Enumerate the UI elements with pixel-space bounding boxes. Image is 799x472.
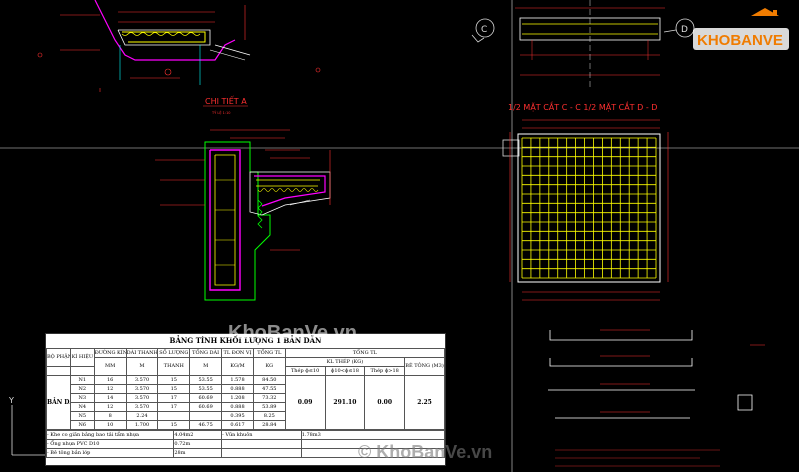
cell-tl: 73.32 xyxy=(252,393,286,403)
header-duong-kinh: ĐƯỜNG KÍNH xyxy=(93,348,127,358)
cell-tong xyxy=(189,411,223,421)
cell-dai: 3.570 xyxy=(125,402,159,412)
cell-tldv: 0.617 xyxy=(221,420,254,430)
footer-extra-label: - Vữa khuôn xyxy=(221,430,302,440)
svg-text:D: D xyxy=(681,25,688,35)
cell-kh: N6 xyxy=(69,420,95,430)
footer-value: 0.72m xyxy=(173,439,223,449)
header-tl-don-vi: TL ĐƠN VỊ xyxy=(221,348,254,358)
cell-tldv: 0.395 xyxy=(221,411,254,421)
footer-extra-value: 1.78m3 xyxy=(300,430,445,440)
cell-dk: 16 xyxy=(93,375,127,385)
cell-tong: 53.55 xyxy=(189,375,223,385)
cell-dk: 10 xyxy=(93,420,127,430)
header-be-tong: BÊ TÔNG (M3) xyxy=(404,357,445,376)
cell-dk: 12 xyxy=(93,384,127,394)
footer-label: - Bê tông bắn lớp xyxy=(46,448,175,458)
footer-value: 28m xyxy=(173,448,223,458)
cell-dk: 12 xyxy=(93,402,127,412)
thep-c: Thép ɸ>18 xyxy=(364,366,406,376)
unit-kg: KG xyxy=(252,357,286,376)
cell-kh: N2 xyxy=(69,384,95,394)
cell-tldv: 0.888 xyxy=(221,402,254,412)
footer-row: - Khe co giãn bằng bao tải tẩm nhựa 4.04m… xyxy=(46,430,445,440)
footer-label: - Khe co giãn bằng bao tải tẩm nhựa xyxy=(46,430,175,440)
thep-b: ɸ10<ɸ≤18 xyxy=(324,366,366,376)
footer-label: - Ống nhựa PVC D10 xyxy=(46,439,175,449)
total-a: 0.09 xyxy=(284,375,326,430)
total-be_tong: 2.25 xyxy=(404,375,445,430)
detail-a-scale: TỶ LỆ 1:10 xyxy=(211,110,231,115)
total-b: 291.10 xyxy=(324,375,366,430)
center-watermark: KhoBanVe.vn xyxy=(228,322,357,344)
cell-tong: 60.69 xyxy=(189,393,223,403)
header-ky-hieu: KÍ HIỆU xyxy=(69,348,95,367)
cell-kh: N1 xyxy=(69,375,95,385)
header-dai-thanh: DÀI THANH xyxy=(125,348,159,358)
cell-dk: 8 xyxy=(93,411,127,421)
cell-kh: N5 xyxy=(69,411,95,421)
total-c: 0.00 xyxy=(364,375,406,430)
cell-tl: 47.55 xyxy=(252,384,286,394)
table-row: BẢN DẪNN1163.5701553.551.57884.500.09291… xyxy=(46,375,445,430)
cell-dk: 14 xyxy=(93,393,127,403)
header-kl-thep: KL THÉP (KG) xyxy=(284,357,406,367)
header-bo-phan: BỘ PHẬN xyxy=(46,348,71,367)
unit-m-total: M xyxy=(189,357,223,376)
cell-tong: 46.75 xyxy=(189,420,223,430)
cell-tldv: 0.888 xyxy=(221,384,254,394)
header-so-luong: SỐ LƯỢNG xyxy=(157,348,191,358)
unit-mm: MM xyxy=(93,357,127,376)
cell-kh: N4 xyxy=(69,402,95,412)
cell-dai: 2.24 xyxy=(125,411,159,421)
header-tong-tl: TỔNG TL xyxy=(252,348,286,358)
unit-thanh: THANH xyxy=(157,357,191,376)
cell-bo-phan: BẢN DẪN xyxy=(46,375,71,430)
cell-sl: 17 xyxy=(157,393,191,403)
cell-sl: 17 xyxy=(157,402,191,412)
detail-a-title: CHI TIẾT A xyxy=(205,95,247,106)
thep-a: Thép ɸ≤10 xyxy=(284,366,326,376)
khobanve-logo: KHOBANVE xyxy=(693,8,789,56)
cell-tl: 8.25 xyxy=(252,411,286,421)
cell-tong: 60.69 xyxy=(189,402,223,412)
header-tong-dai: TỔNG DÀI xyxy=(189,348,223,358)
cell-dai: 3.570 xyxy=(125,393,159,403)
cell-tong: 53.55 xyxy=(189,384,223,394)
svg-text:C: C xyxy=(481,25,487,35)
footer-extra-label xyxy=(221,439,302,449)
cell-dai: 3.570 xyxy=(125,375,159,385)
cell-tldv: 1.208 xyxy=(221,393,254,403)
unit-m: M xyxy=(125,357,159,376)
cell-kh: N3 xyxy=(69,393,95,403)
cell-sl xyxy=(157,411,191,421)
spacer xyxy=(69,366,95,376)
cell-sl: 15 xyxy=(157,384,191,394)
cell-dai: 1.700 xyxy=(125,420,159,430)
cell-tl: 53.89 xyxy=(252,402,286,412)
cell-tl: 28.84 xyxy=(252,420,286,430)
cell-dai: 3.570 xyxy=(125,384,159,394)
footer-value: 4.04m2 xyxy=(173,430,223,440)
cell-tldv: 1.578 xyxy=(221,375,254,385)
logo-text: KHOBANVE xyxy=(697,32,783,49)
unit-kg-m: KG/M xyxy=(221,357,254,376)
spacer xyxy=(46,366,71,376)
cell-sl: 15 xyxy=(157,375,191,385)
svg-text:Y: Y xyxy=(8,396,14,405)
cell-sl: 15 xyxy=(157,420,191,430)
cell-tl: 84.50 xyxy=(252,375,286,385)
footer-extra-label xyxy=(221,448,302,458)
header-tong-tl-group: TỔNG TL xyxy=(284,348,445,358)
bottom-watermark: © KhoBanVe.vn xyxy=(358,442,493,462)
